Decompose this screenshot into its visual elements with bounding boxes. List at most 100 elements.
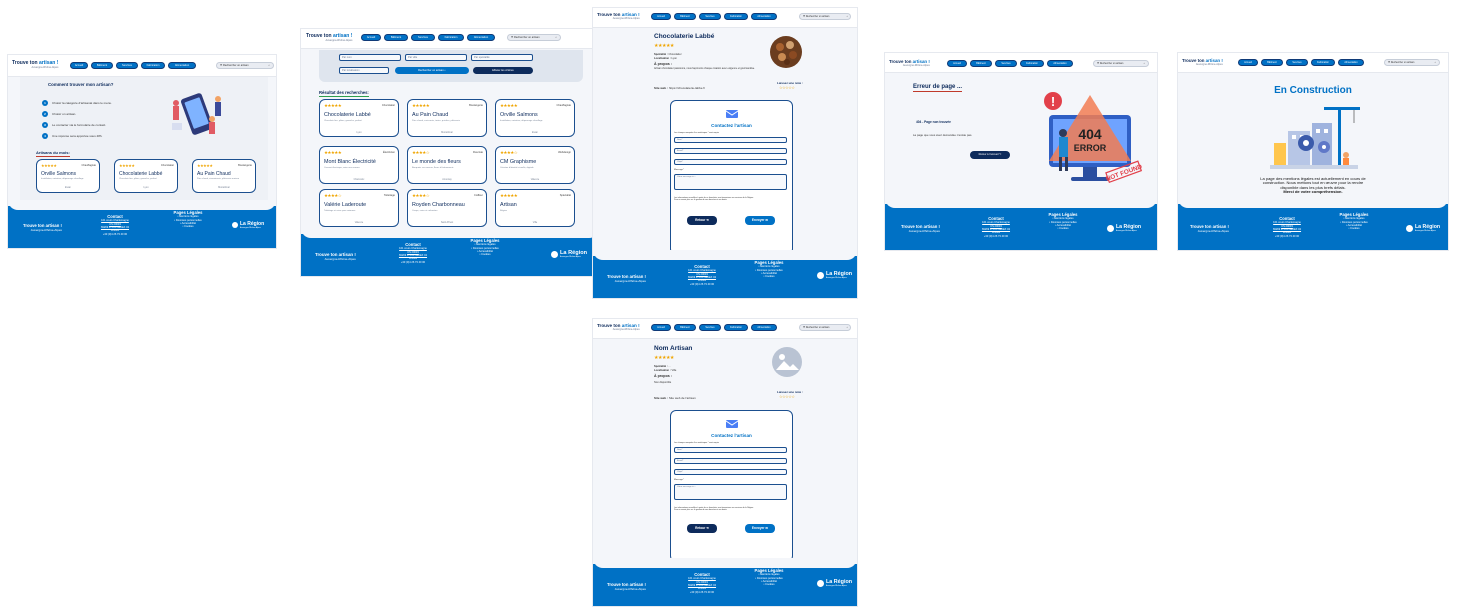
brand-logo[interactable]: Trouve ton artisan ! Auvergne-Rhône-Alpes: [12, 60, 58, 69]
nav-services[interactable]: Services: [995, 60, 1017, 67]
month-card-2[interactable]: ★★★★★ Chocolatier Chocolaterie Labbé Cho…: [114, 159, 178, 193]
filter-city[interactable]: Par ville: [405, 54, 467, 61]
nav-alimentation[interactable]: Alimentation: [168, 62, 196, 69]
search-button[interactable]: Rechercher un artisan ⌕: [395, 67, 469, 74]
result-card[interactable]: ★★★★★ Chocolatier Chocolaterie Labbé Chocol…: [319, 99, 399, 137]
review-stars[interactable]: ☆☆☆☆☆: [779, 394, 795, 399]
nav-fabrication[interactable]: Fabrication: [141, 62, 165, 69]
back-button[interactable]: Retour ⟲: [687, 216, 717, 225]
nav-accueil[interactable]: Accueil: [651, 13, 671, 20]
result-card[interactable]: ★★★★★ Spécialité Artisan Région Ville: [495, 189, 575, 227]
nav-fabrication[interactable]: Fabrication: [724, 13, 748, 20]
brand-logo[interactable]: Trouve ton artisan ! Auvergne-Rhône-Alpes: [597, 323, 640, 331]
footer-logo[interactable]: Trouve ton artisan ! Auvergne-Rhône-Alpes: [315, 252, 356, 261]
result-card[interactable]: ★★★★★ Boulangerie Au Pain Chaud Pain chaud,…: [407, 99, 487, 137]
message-textarea[interactable]: Votre message ici...: [674, 174, 787, 190]
nav-batiment[interactable]: Bâtiment: [1261, 59, 1283, 66]
send-button[interactable]: Envoyer ✉: [745, 524, 775, 533]
brand-logo[interactable]: Trouve ton artisan ! Auvergne-Rhône-Alpes: [889, 59, 930, 67]
nav-alimentation[interactable]: Alimentation: [1338, 59, 1364, 66]
rating-stars: ★★★★☆: [500, 150, 518, 155]
nav-fabrication[interactable]: Fabrication: [438, 34, 464, 41]
search-input[interactable]: ☰ Rechercher un artisan ⌕: [799, 13, 851, 20]
subject-input[interactable]: Objet*: [674, 159, 787, 165]
nav-alimentation[interactable]: Alimentation: [751, 324, 777, 331]
search-icon[interactable]: ⌕: [556, 35, 557, 40]
search-icon[interactable]: ⌕: [1435, 60, 1436, 65]
nav-services[interactable]: Services: [1286, 59, 1308, 66]
footer-logo[interactable]: Trouve ton artisan ! Auvergne-Rhône-Alpes: [1190, 224, 1229, 233]
region-logo[interactable]: La Région Auvergne-Rhône-Alpes: [551, 250, 587, 258]
search-icon[interactable]: ⌕: [847, 325, 848, 330]
nav-batiment[interactable]: Bâtiment: [91, 62, 113, 69]
search-icon[interactable]: ⌕: [269, 63, 270, 68]
nav-batiment[interactable]: Bâtiment: [674, 13, 696, 20]
review-stars[interactable]: ☆☆☆☆☆: [779, 85, 795, 90]
result-card[interactable]: ★★★★☆ Webdesign CM Graphisme Création d'ide…: [495, 146, 575, 184]
search-input[interactable]: ☰ Rechercher un artisan ⌕: [507, 34, 561, 41]
send-button[interactable]: Envoyer ✉: [745, 216, 775, 225]
nav-alimentation[interactable]: Alimentation: [1047, 60, 1073, 67]
nav-services[interactable]: Services: [699, 13, 721, 20]
nav-fabrication[interactable]: Fabrication: [724, 324, 748, 331]
region-logo[interactable]: La Région Auvergne-Rhône-Alpes: [817, 579, 852, 587]
nav-services[interactable]: Services: [411, 34, 435, 41]
nav-alimentation[interactable]: Alimentation: [467, 34, 495, 41]
nav-services[interactable]: Services: [116, 62, 138, 69]
result-card[interactable]: ★★★★☆ Coiffeur Royden Charbonneau Coupe, so…: [407, 189, 487, 227]
nav-accueil[interactable]: Accueil: [651, 324, 671, 331]
nav-fabrication[interactable]: Fabrication: [1020, 60, 1044, 67]
search-icon[interactable]: ⌕: [1144, 61, 1145, 66]
region-logo[interactable]: La Région Auvergne-Rhône-Alpes: [817, 271, 852, 279]
search-input[interactable]: ☰ Rechercher un artisan ⌕: [1384, 59, 1440, 66]
website[interactable]: Site web : Site web de l'artisan: [654, 396, 696, 400]
filter-location[interactable]: Par localisation: [339, 67, 389, 74]
result-card[interactable]: ★★★★★ Chauffagiste Orville Salmons Installa…: [495, 99, 575, 137]
back-button[interactable]: Retour ⟲: [687, 524, 717, 533]
nav-batiment[interactable]: Bâtiment: [674, 324, 696, 331]
region-logo[interactable]: La Région Auvergne-Rhône-Alpes: [232, 221, 264, 229]
filter-specialty[interactable]: Par spécialité: [471, 54, 533, 61]
home-button[interactable]: Retour à l'accueil ⮌: [970, 151, 1010, 159]
mail-icon: [725, 420, 739, 428]
subject-input[interactable]: Objet*: [674, 469, 787, 475]
filter-name[interactable]: Par nom: [339, 54, 401, 61]
nav-batiment[interactable]: Bâtiment: [384, 34, 408, 41]
nav-accueil[interactable]: Accueil: [947, 60, 967, 67]
message-textarea[interactable]: Votre message ici...: [674, 484, 787, 500]
nav-batiment[interactable]: Bâtiment: [970, 60, 992, 67]
nav-alimentation[interactable]: Alimentation: [751, 13, 777, 20]
brand-logo[interactable]: Trouve ton artisan ! Auvergne-Rhône-Alpes: [1182, 58, 1223, 66]
nav-services[interactable]: Services: [699, 324, 721, 331]
email-input[interactable]: Email*: [674, 148, 787, 154]
nav-accueil[interactable]: Accueil: [70, 62, 88, 69]
footer-logo[interactable]: Trouve ton artisan ! Auvergne-Rhône-Alpes: [607, 274, 646, 283]
result-card[interactable]: ★★★★☆ Fleuriste Le monde des fleurs Bouquet…: [407, 146, 487, 184]
month-card-3[interactable]: ★★★★★ Boulangerie Au Pain Chaud Pain cha…: [192, 159, 256, 193]
website[interactable]: Site web : https://chocolaterie-labbe.fr: [654, 86, 705, 90]
name-input[interactable]: Nom*: [674, 137, 787, 143]
email-input[interactable]: Email*: [674, 458, 787, 464]
search-icon[interactable]: ⌕: [847, 14, 848, 19]
nav-fabrication[interactable]: Fabrication: [1311, 59, 1335, 66]
brand-logo[interactable]: Trouve ton artisan ! Auvergne-Rhône-Alpes: [306, 33, 352, 42]
reset-button[interactable]: Effacer les critères: [473, 67, 533, 74]
footer-logo[interactable]: Trouve ton artisan ! Auvergne-Rhône-Alpes: [23, 223, 62, 232]
result-card[interactable]: ★★★★☆ Toilettage Valérie Laderoute Toiletta…: [319, 189, 399, 227]
search-input[interactable]: ☰ Rechercher un artisan ⌕: [1093, 60, 1149, 67]
card-title: CM Graphisme: [500, 159, 537, 165]
footer-logo[interactable]: Trouve ton artisan ! Auvergne-Rhône-Alpes: [901, 224, 940, 233]
nav-accueil[interactable]: Accueil: [1238, 59, 1258, 66]
result-card[interactable]: ★★★★★ Électricien Mont Blanc Électricité Co…: [319, 146, 399, 184]
footer-contact: Contact 101 cours Charlemagne CS 20033 6926…: [398, 242, 428, 264]
region-logo[interactable]: La Région Auvergne-Rhône-Alpes: [1107, 224, 1141, 232]
brand-logo[interactable]: Trouve ton artisan ! Auvergne-Rhône-Alpes: [597, 12, 640, 20]
footer-logo[interactable]: Trouve ton artisan ! Auvergne-Rhône-Alpes: [607, 582, 646, 591]
privacy-note: Les informations recueillies à partir de…: [674, 507, 754, 512]
month-card-1[interactable]: ★★★★★ Chauffagiste Orville Salmons Insta…: [36, 159, 100, 193]
nav-accueil[interactable]: Accueil: [361, 34, 381, 41]
search-input[interactable]: ☰ Rechercher un artisan ⌕: [216, 62, 274, 69]
region-logo[interactable]: La Région Auvergne-Rhône-Alpes: [1406, 224, 1440, 232]
search-input[interactable]: ☰ Rechercher un artisan ⌕: [799, 324, 851, 331]
name-input[interactable]: Nom*: [674, 447, 787, 453]
